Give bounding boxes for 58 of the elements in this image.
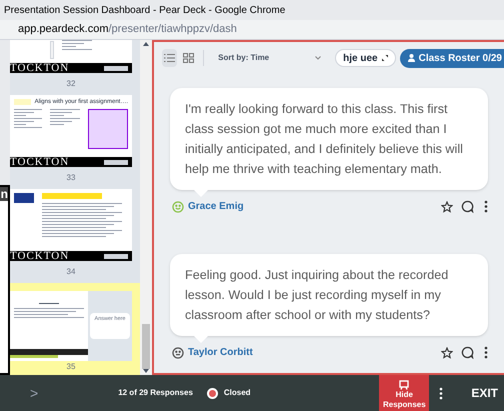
star-icon[interactable]: [441, 346, 453, 358]
hide-responses-button[interactable]: Hide Responses: [379, 375, 430, 411]
footer-text: TOCKTON: [10, 63, 70, 73]
highlight-bar: [42, 193, 102, 199]
slide-heading-line: [39, 303, 59, 304]
exit-button[interactable]: EXIT: [471, 384, 498, 402]
slide-number: 34: [66, 266, 76, 278]
footer-text: TOCKTON: [10, 157, 70, 167]
slide-table: [88, 109, 128, 149]
logo-icon: [104, 160, 128, 164]
logo-icon: [104, 254, 128, 258]
text-lines-drawing: [50, 109, 80, 125]
slide-number: 35: [66, 361, 76, 373]
student-name[interactable]: Grace Emig: [188, 199, 244, 214]
slide-logo: [14, 99, 31, 105]
scrollbar-thumb[interactable]: [142, 324, 150, 369]
logo-icon: [104, 66, 128, 70]
slide-thumbnail[interactable]: TOCKTON: [10, 40, 132, 73]
grid-icon: [182, 53, 194, 63]
text-lines-drawing: [14, 308, 84, 318]
slide-number: 33: [66, 172, 76, 184]
comment-icon[interactable]: [461, 200, 474, 213]
student-name[interactable]: Taylor Corbitt: [188, 345, 253, 360]
scrollbar[interactable]: [140, 40, 152, 375]
more-options-icon[interactable]: [439, 386, 444, 400]
more-options-icon[interactable]: [484, 346, 488, 359]
response-count: 12 of 29 Responses: [118, 387, 193, 399]
expand-icon: [382, 55, 388, 61]
list-view-button[interactable]: [162, 49, 177, 67]
presentation-screen-icon: [399, 380, 410, 390]
thumbnail-item[interactable]: TOCKTON 34: [10, 189, 140, 283]
window-title: Presentation Session Dashboard - Pear Deck - Google Chrome: [4, 4, 286, 18]
list-icon: [164, 53, 175, 63]
chevron-down-icon: [315, 56, 322, 60]
response-text: I'm really looking forward to this class. This first class session got me much more excited than I initially anticipated, and I definitely believe this will help me thrive with teaching elementary math.: [185, 101, 464, 178]
url-domain: app.peardeck.com: [18, 23, 108, 36]
thumbnail-item[interactable]: TOCKTON 32: [10, 40, 140, 95]
url-path: /presenter/tiawhppzv/dash: [108, 23, 237, 36]
person-icon: [408, 54, 415, 62]
footer-text: TOCKTON: [10, 251, 70, 261]
star-icon[interactable]: [441, 200, 453, 212]
join-code-pill[interactable]: hje uee: [335, 49, 396, 67]
address-bar[interactable]: app.peardeck.com/presenter/tiawhppzv/dash: [0, 20, 504, 40]
response-text: Feeling good. Just inquiring about the recorded lesson. Would I be just recording myself in my classroom after school or with my students?: [185, 267, 450, 324]
accent-stripe: [10, 355, 58, 358]
status-label: Closed: [224, 387, 251, 399]
slide-thumbnail[interactable]: TOCKTON: [10, 189, 132, 261]
comment-icon[interactable]: [461, 346, 474, 359]
slide-logo: [14, 193, 34, 203]
text-lines-drawing: [14, 109, 42, 128]
next-slide-button[interactable]: >: [30, 382, 38, 404]
text-lines-drawing: [62, 40, 92, 50]
slide-image: [50, 41, 54, 59]
sort-dropdown[interactable]: Sort by: Time: [212, 52, 328, 64]
panel-text: n: [0, 187, 8, 201]
class-roster-button[interactable]: Class Roster 0/29: [400, 48, 504, 68]
more-options-icon[interactable]: [484, 200, 488, 213]
slide-number: 32: [66, 78, 76, 90]
